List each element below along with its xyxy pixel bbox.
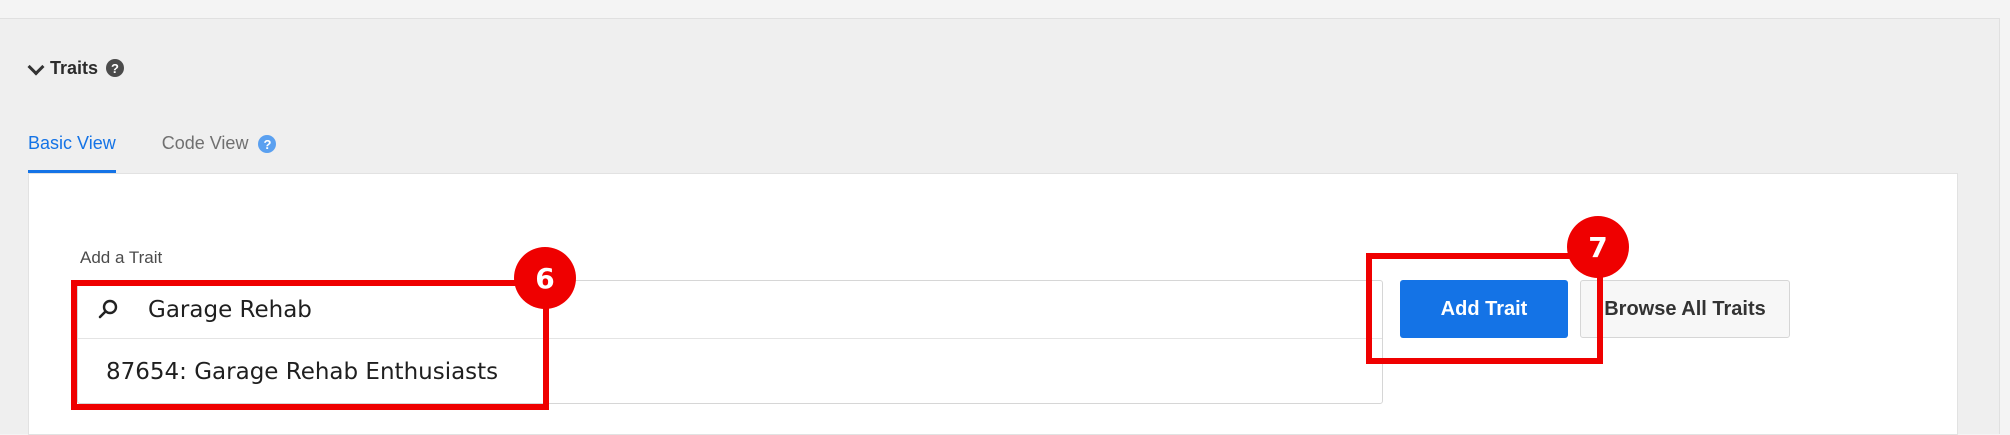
- tab-basic-view[interactable]: Basic View: [28, 131, 116, 173]
- step-badge: 7: [1567, 216, 1629, 278]
- callout-highlight-box: [1366, 253, 1603, 364]
- section-title: Traits: [50, 57, 99, 78]
- tab-code-view[interactable]: Code View ?: [162, 131, 277, 173]
- help-icon[interactable]: ?: [106, 59, 125, 77]
- view-tabs: Basic View Code View ?: [28, 131, 277, 173]
- browse-all-traits-button[interactable]: Browse All Traits: [1580, 280, 1790, 338]
- traits-section-toggle[interactable]: Traits ?: [28, 55, 125, 81]
- step-badge: 6: [514, 247, 576, 309]
- callout-highlight-box: [71, 280, 549, 410]
- tab-label: Basic View: [28, 133, 116, 153]
- help-icon[interactable]: ?: [258, 135, 277, 153]
- chevron-down-icon: [28, 61, 42, 75]
- add-trait-label: Add a Trait: [80, 248, 163, 267]
- tab-label: Code View: [161, 133, 249, 153]
